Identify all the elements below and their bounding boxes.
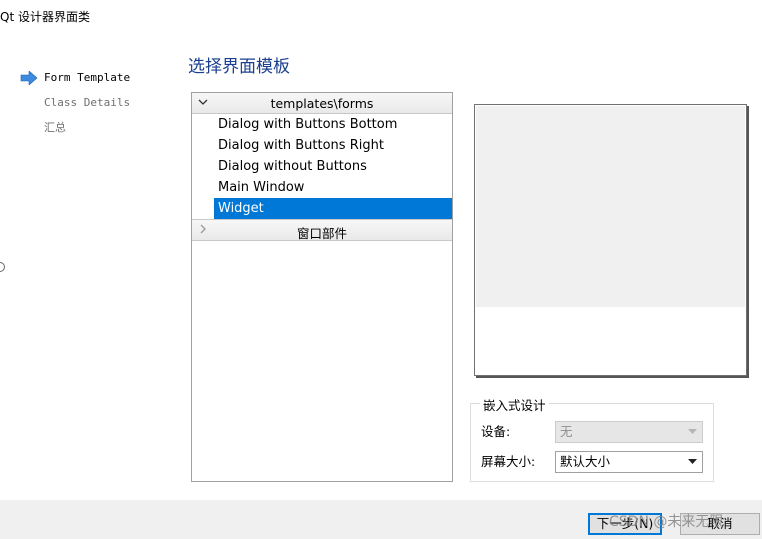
tree-group-templates-forms[interactable]: templates\forms: [192, 93, 452, 114]
window-title: Qt 设计器界面类: [0, 10, 90, 24]
preview-canvas: [476, 106, 745, 307]
screen-size-label: 屏幕大小:: [481, 454, 536, 469]
edge-circle-icon: [0, 262, 5, 272]
tree-group-widgets[interactable]: 窗口部件: [192, 219, 452, 241]
screen-size-select[interactable]: 默认大小: [555, 451, 703, 473]
tree-item-selected[interactable]: Widget: [214, 198, 452, 219]
device-label: 设备:: [481, 424, 511, 439]
page-title: 选择界面模板: [188, 57, 290, 77]
watermark: CSDN @未来无限: [609, 514, 724, 530]
tree-item[interactable]: Main Window: [192, 177, 452, 198]
tree-group-label: templates\forms: [270, 96, 374, 111]
group-legend: 嵌入式设计: [480, 395, 549, 414]
tree-group-label: 窗口部件: [296, 226, 347, 241]
tree-item[interactable]: Dialog with Buttons Bottom: [192, 114, 452, 135]
dropdown-arrow-icon: [688, 429, 697, 434]
tree-item[interactable]: Dialog without Buttons: [192, 156, 452, 177]
template-tree[interactable]: templates\forms Dialog with Buttons Bott…: [191, 92, 453, 482]
screen-size-select-value: 默认大小: [560, 454, 611, 469]
embedded-design-group: 嵌入式设计 设备: 无 屏幕大小: 默认大小: [470, 395, 714, 482]
device-select: 无: [555, 421, 703, 443]
step-label: Form Template: [44, 71, 131, 84]
device-select-value: 无: [560, 424, 573, 439]
current-step-arrow-icon: [20, 71, 38, 85]
step-label: 汇总: [44, 121, 66, 134]
tree-item[interactable]: Dialog with Buttons Right: [192, 135, 452, 156]
step-label: Class Details: [44, 96, 131, 109]
dropdown-arrow-icon[interactable]: [688, 459, 697, 465]
template-preview: [474, 104, 747, 376]
